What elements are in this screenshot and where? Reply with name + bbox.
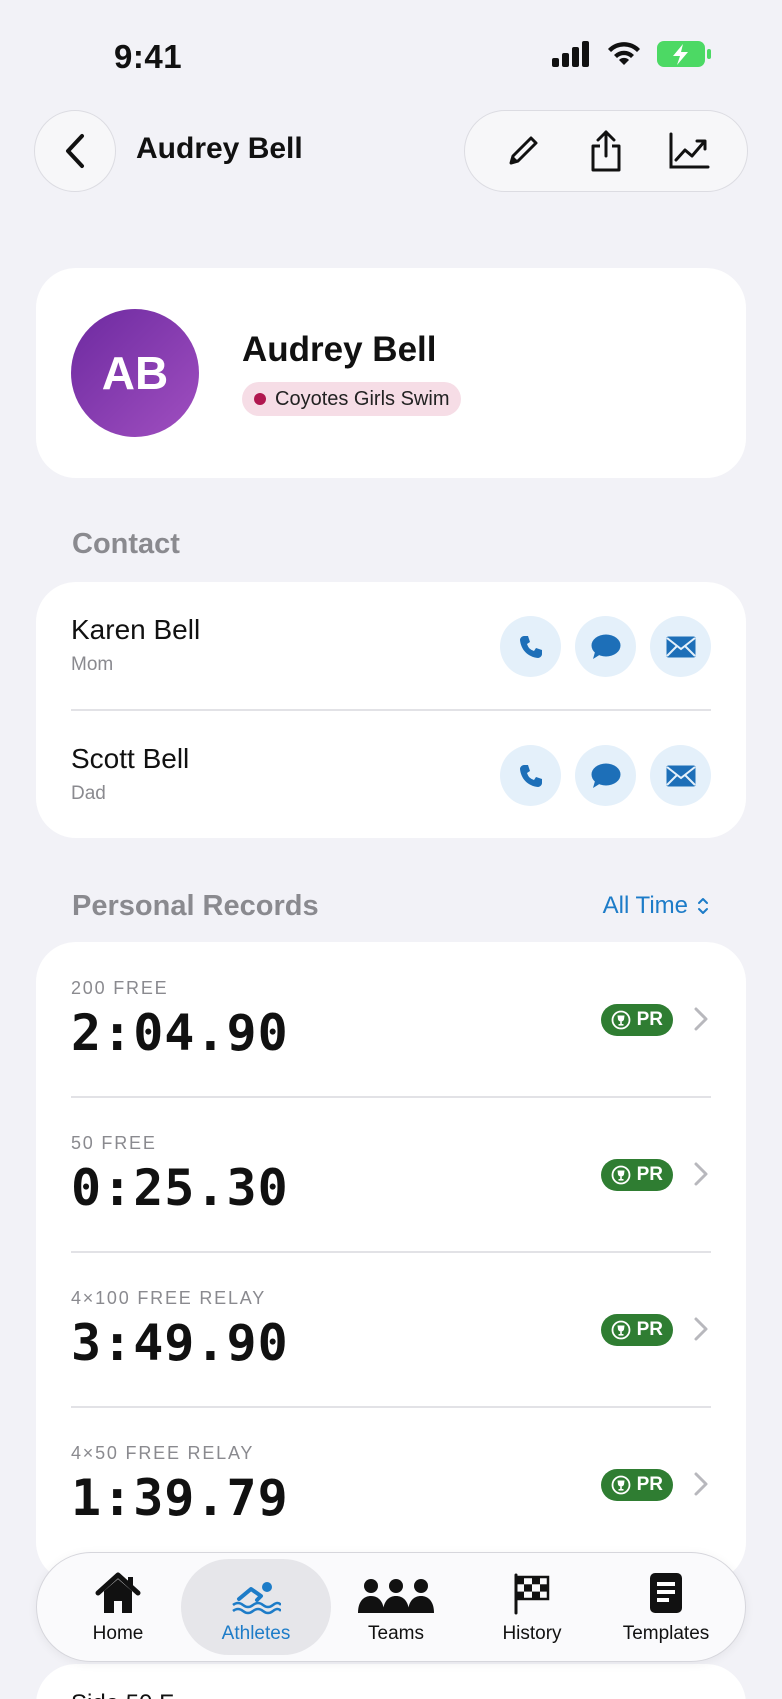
call-button[interactable] bbox=[500, 616, 561, 677]
status-bar: 9:41 bbox=[0, 0, 782, 110]
record-event: 4×100 FREE RELAY bbox=[71, 1288, 267, 1308]
chevron-right-icon bbox=[694, 1162, 708, 1186]
edit-button[interactable] bbox=[493, 121, 553, 181]
record-row[interactable]: 50 FREE 0:25.30 PR bbox=[71, 1097, 711, 1251]
next-section-card: Side 50 F... bbox=[36, 1664, 746, 1699]
record-event: 200 FREE bbox=[71, 978, 169, 998]
pr-badge-label: PR bbox=[636, 1009, 663, 1030]
contact-relation: Mom bbox=[71, 654, 114, 675]
contact-card: Karen Bell Mom Scott Bell Dad bbox=[36, 582, 746, 838]
envelope-icon bbox=[665, 765, 696, 786]
status-icons bbox=[552, 40, 712, 68]
navigation-bar: Audrey Bell bbox=[0, 108, 782, 192]
next-section-text: Side 50 F... bbox=[71, 1690, 191, 1699]
trophy-icon bbox=[611, 1010, 630, 1030]
page-title: Audrey Bell bbox=[136, 132, 303, 165]
chart-line-uptrend-icon bbox=[669, 132, 710, 169]
record-time: 0:25.30 bbox=[71, 1159, 289, 1217]
tab-teams[interactable]: Teams bbox=[321, 1559, 471, 1655]
tab-templates[interactable]: Templates bbox=[591, 1559, 741, 1655]
envelope-icon bbox=[665, 636, 696, 657]
chevron-right-icon bbox=[694, 1007, 708, 1031]
record-time: 3:49.90 bbox=[71, 1314, 289, 1372]
contact-name: Karen Bell bbox=[71, 614, 201, 645]
share-icon bbox=[591, 130, 621, 172]
pr-badge-label: PR bbox=[636, 1164, 663, 1185]
tab-athletes[interactable]: Athletes bbox=[181, 1559, 331, 1655]
pr-badge: PR bbox=[600, 1314, 673, 1346]
pr-badge-label: PR bbox=[636, 1319, 663, 1340]
cellular-signal-icon bbox=[552, 41, 589, 67]
record-event: 50 FREE bbox=[71, 1133, 157, 1153]
phone-icon bbox=[519, 635, 542, 658]
checkered-flag-icon bbox=[514, 1573, 550, 1615]
document-icon bbox=[650, 1573, 682, 1613]
avatar: AB bbox=[71, 309, 199, 437]
athlete-name: Audrey Bell bbox=[242, 330, 437, 369]
tab-bar: Home Athletes Teams History Templates bbox=[36, 1552, 746, 1662]
trophy-icon bbox=[611, 1475, 630, 1495]
share-button[interactable] bbox=[576, 121, 636, 181]
contact-row: Scott Bell Dad bbox=[71, 711, 711, 839]
tab-label: Templates bbox=[622, 1623, 710, 1644]
record-row[interactable]: 200 FREE 2:04.90 PR bbox=[71, 942, 711, 1096]
record-time: 1:39.79 bbox=[71, 1469, 289, 1527]
pr-badge-label: PR bbox=[636, 1474, 663, 1495]
time-range-selector[interactable]: All Time bbox=[603, 892, 710, 920]
nav-actions-group bbox=[464, 110, 748, 192]
status-time: 9:41 bbox=[114, 38, 183, 75]
trophy-icon bbox=[611, 1165, 630, 1185]
records-section-title: Personal Records bbox=[72, 890, 319, 922]
message-button[interactable] bbox=[575, 745, 636, 806]
tab-label: History bbox=[502, 1623, 562, 1644]
team-chip[interactable]: Coyotes Girls Swim bbox=[242, 382, 462, 416]
contact-row: Karen Bell Mom bbox=[71, 582, 711, 710]
tab-label: Athletes bbox=[221, 1623, 291, 1644]
chevron-right-icon bbox=[694, 1472, 708, 1496]
wifi-icon bbox=[608, 42, 640, 65]
phone-icon bbox=[519, 764, 542, 787]
trophy-icon bbox=[611, 1320, 630, 1340]
people-icon bbox=[358, 1579, 434, 1613]
battery-charging-icon bbox=[657, 41, 711, 67]
contact-actions bbox=[500, 745, 711, 806]
email-button[interactable] bbox=[650, 745, 711, 806]
message-button[interactable] bbox=[575, 616, 636, 677]
chevron-left-icon bbox=[66, 134, 84, 168]
house-icon bbox=[95, 1572, 141, 1613]
record-event: 4×50 FREE RELAY bbox=[71, 1443, 255, 1463]
contact-section-title: Contact bbox=[72, 528, 180, 560]
records-card: 200 FREE 2:04.90 PR 50 FREE 0:25.30 PR 4… bbox=[36, 942, 746, 1582]
contact-actions bbox=[500, 616, 711, 677]
stats-button[interactable] bbox=[659, 121, 719, 181]
tab-home[interactable]: Home bbox=[43, 1559, 193, 1655]
email-button[interactable] bbox=[650, 616, 711, 677]
call-button[interactable] bbox=[500, 745, 561, 806]
record-row[interactable]: 4×50 FREE RELAY 1:39.79 PR bbox=[71, 1407, 711, 1561]
contact-name: Scott Bell bbox=[71, 743, 190, 774]
pr-badge: PR bbox=[600, 1159, 673, 1191]
message-bubble-icon bbox=[591, 763, 620, 788]
tab-label: Teams bbox=[368, 1623, 424, 1644]
record-time: 2:04.90 bbox=[71, 1004, 289, 1062]
tab-label: Home bbox=[92, 1623, 144, 1644]
pencil-icon bbox=[509, 136, 538, 165]
record-row[interactable]: 4×100 FREE RELAY 3:49.90 PR bbox=[71, 1252, 711, 1406]
pr-badge: PR bbox=[600, 1469, 673, 1501]
chevron-right-icon bbox=[694, 1317, 708, 1341]
swimmer-icon bbox=[232, 1582, 281, 1615]
tab-history[interactable]: History bbox=[457, 1559, 607, 1655]
time-range-label: All Time bbox=[602, 892, 688, 919]
team-color-dot bbox=[254, 393, 266, 405]
chevron-up-down-icon bbox=[698, 898, 708, 914]
profile-card: AB Audrey Bell Coyotes Girls Swim bbox=[36, 268, 746, 478]
team-name: Coyotes Girls Swim bbox=[275, 387, 450, 410]
pr-badge: PR bbox=[600, 1004, 673, 1036]
contact-relation: Dad bbox=[71, 783, 106, 804]
message-bubble-icon bbox=[591, 634, 620, 659]
back-button[interactable] bbox=[34, 110, 116, 192]
